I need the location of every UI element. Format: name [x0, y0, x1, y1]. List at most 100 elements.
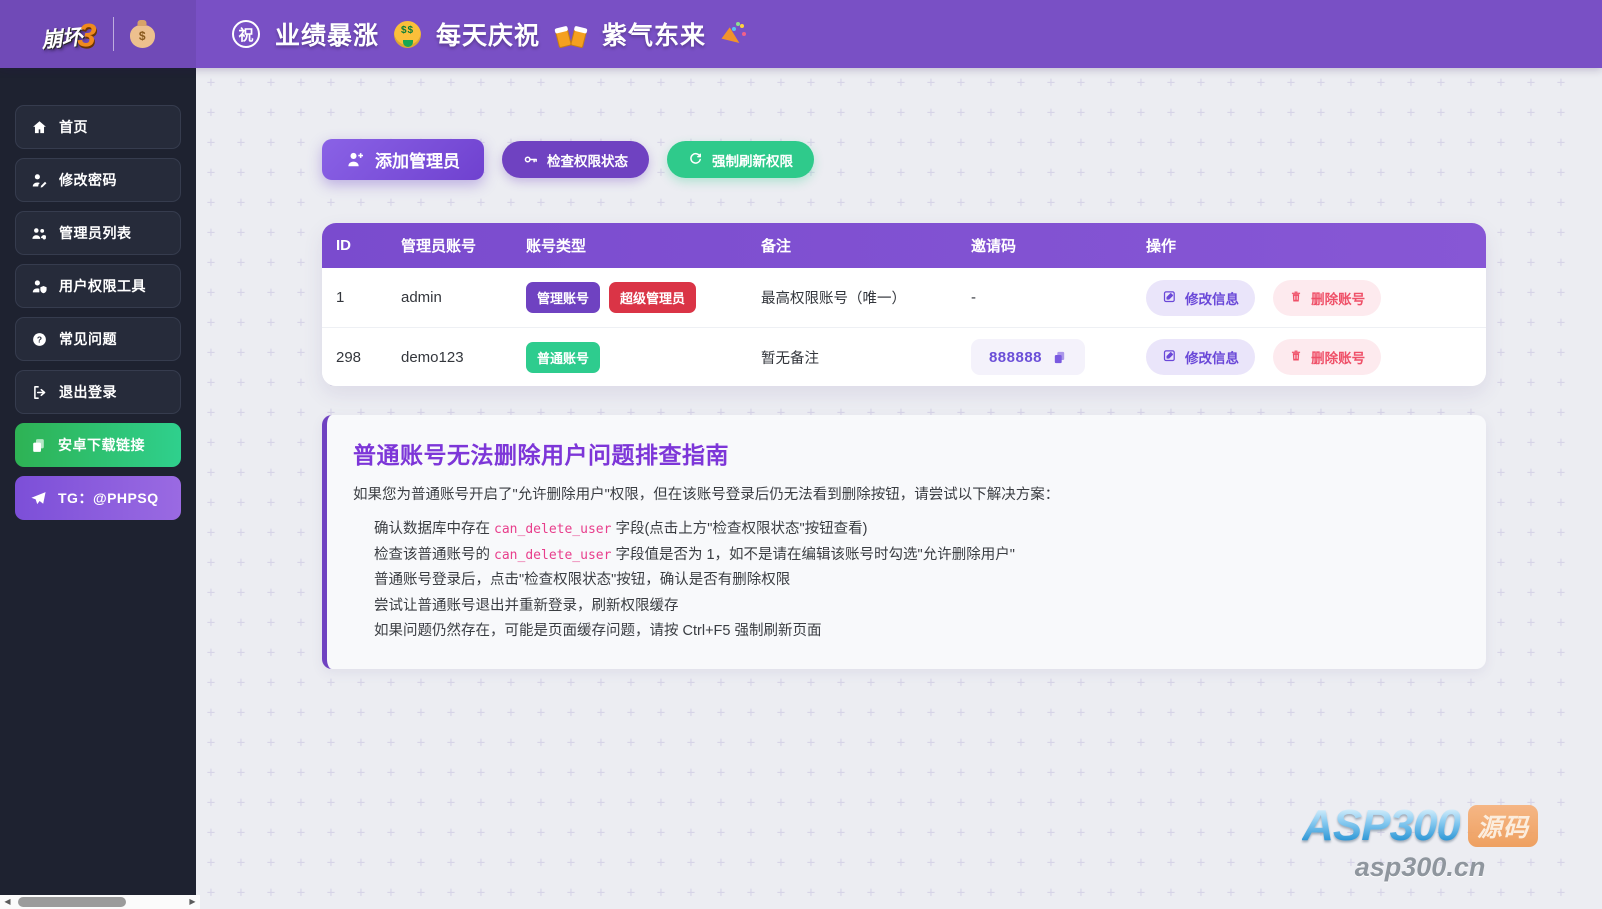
- edit-icon: [1162, 289, 1177, 307]
- refresh-icon: [688, 152, 703, 167]
- step-text: 普通账号登录后，点击"检查权限状态"按钮，确认是否有删除权限: [374, 572, 791, 588]
- add-admin-label: 添加管理员: [375, 152, 460, 171]
- sidebar-item-logout[interactable]: 退出登录: [15, 370, 181, 414]
- sidebar-item-android-download[interactable]: 安卓下载链接: [15, 423, 181, 467]
- col-header-account: 管理员账号: [401, 238, 477, 255]
- sidebar-item-telegram[interactable]: TG：@PHPSQ: [15, 476, 181, 520]
- step-text: 检查该普通账号的: [374, 546, 495, 563]
- cell-id: 1: [336, 289, 345, 306]
- sidebar-item-label: 管理员列表: [59, 225, 132, 241]
- cell-operations: 修改信息 删除账号: [1146, 279, 1486, 316]
- sidebar: 首页 修改密码 管理员列表 用户权限工具 ? 常见问题 退出登录 安卓下载链接 …: [0, 68, 196, 895]
- table-header-row: ID 管理员账号 账号类型 备注 邀请码 操作: [322, 223, 1486, 268]
- party-popper-emoji: [721, 21, 749, 49]
- edit-info-label: 修改信息: [1185, 351, 1239, 366]
- sidebar-item-user-permission-tool[interactable]: 用户权限工具: [15, 264, 181, 308]
- asp300-watermark: ASP300 源码 asp300.cn: [1302, 801, 1538, 883]
- admin-list-icon: [31, 225, 48, 242]
- svg-text:?: ?: [37, 334, 42, 344]
- sidebar-item-label: 安卓下载链接: [58, 437, 145, 453]
- sidebar-item-faq[interactable]: ? 常见问题: [15, 317, 181, 361]
- cell-operations: 修改信息 删除账号: [1146, 339, 1486, 375]
- cell-remark: 暂无备注: [761, 350, 819, 367]
- guide-step: 普通账号登录后，点击"检查权限状态"按钮，确认是否有删除权限: [374, 568, 1460, 594]
- cell-account-type: 管理账号 超级管理员: [526, 282, 761, 313]
- beers-emoji: [555, 21, 587, 48]
- step-text: 尝试让普通账号退出并重新登录，刷新权限缓存: [374, 597, 679, 614]
- table-row: 1 admin 管理账号 超级管理员 最高权限账号（唯一） - 修改信息 删除账号: [322, 268, 1486, 327]
- guide-step: 如果问题仍然存在，可能是页面缓存问题，请按 Ctrl+F5 强制刷新页面: [374, 619, 1460, 645]
- delete-account-button[interactable]: 删除账号: [1273, 279, 1382, 316]
- watermark-domain: asp300.cn: [1354, 852, 1486, 882]
- trash-icon: [1289, 348, 1303, 366]
- sidebar-item-change-password[interactable]: 修改密码: [15, 158, 181, 202]
- guide-step: 尝试让普通账号退出并重新登录，刷新权限缓存: [374, 594, 1460, 620]
- guide-step: 检查该普通账号的 can_delete_user 字段值是否为 1，如不是请在编…: [374, 543, 1460, 569]
- beer-mug-right: [570, 28, 587, 48]
- table-row: 298 demo123 普通账号 暂无备注 888888 修改信息 删除账号: [322, 327, 1486, 386]
- cell-id: 298: [336, 348, 362, 366]
- money-face-eyes: $$: [400, 24, 415, 36]
- banner-text-3: 紫气东来: [602, 22, 707, 50]
- popper-confetti: [740, 23, 745, 28]
- edit-info-button[interactable]: 修改信息: [1146, 279, 1255, 316]
- sidebar-item-label: 常见问题: [59, 331, 117, 347]
- edit-info-button[interactable]: 修改信息: [1146, 339, 1255, 375]
- check-permission-button[interactable]: 检查权限状态: [502, 141, 649, 178]
- logout-icon: [31, 384, 48, 401]
- page-content: 添加管理员 检查权限状态 强制刷新权限 ID 管理员账号 账号类型 备注 邀请码…: [196, 68, 1486, 669]
- force-refresh-label: 强制刷新权限: [712, 153, 793, 169]
- step-text: 确认数据库中存在: [374, 521, 495, 537]
- step-text: 字段(点击上方"检查权限状态"按钮查看): [611, 521, 868, 537]
- popper-cone: [721, 26, 744, 49]
- app-logo[interactable]: 崩坏3: [40, 13, 98, 56]
- sidebar-item-label: 用户权限工具: [59, 278, 146, 294]
- sidebar-item-label: TG：@PHPSQ: [58, 490, 159, 506]
- col-header-invite: 邀请码: [971, 238, 1017, 255]
- troubleshooting-panel: 普通账号无法删除用户问题排查指南 如果您为普通账号开启了"允许删除用户"权限，但…: [322, 415, 1486, 669]
- sidebar-item-label: 修改密码: [59, 172, 117, 188]
- user-plus-icon: [346, 150, 365, 169]
- sidebar-item-home[interactable]: 首页: [15, 105, 181, 149]
- money-bag-icon: $: [129, 24, 155, 48]
- scroll-left-arrow[interactable]: ◀: [0, 895, 15, 909]
- cell-account: demo123: [401, 348, 464, 366]
- watermark-badge: 源码: [1467, 805, 1538, 847]
- step-text: 如果问题仍然存在，可能是页面缓存问题，请按 Ctrl+F5 强制刷新页面: [374, 623, 822, 639]
- money-face-emoji: $$: [394, 20, 422, 48]
- force-refresh-button[interactable]: 强制刷新权限: [667, 141, 814, 178]
- guide-intro: 如果您为普通账号开启了"允许删除用户"权限，但在该账号登录后仍无法看到删除按钮，…: [353, 487, 1060, 503]
- invite-code-box[interactable]: 888888: [971, 339, 1085, 375]
- cell-remark: 最高权限账号（唯一）: [761, 291, 906, 307]
- col-header-id: ID: [336, 237, 351, 254]
- delete-account-label: 删除账号: [1311, 351, 1366, 366]
- col-header-type: 账号类型: [526, 238, 587, 255]
- sidebar-item-admin-list[interactable]: 管理员列表: [15, 211, 181, 255]
- add-admin-button[interactable]: 添加管理员: [322, 139, 484, 180]
- step-code: can_delete_user: [494, 522, 612, 537]
- guide-step: 确认数据库中存在 can_delete_user 字段(点击上方"检查权限状态"…: [374, 517, 1460, 543]
- edit-icon: [1162, 348, 1177, 366]
- key-icon: [523, 152, 538, 167]
- copy-icon[interactable]: [1052, 350, 1067, 365]
- badge-admin-account: 管理账号: [526, 282, 601, 313]
- cell-invite-code: 888888: [971, 339, 1146, 375]
- cell-invite-code: -: [971, 289, 976, 306]
- delete-account-button[interactable]: 删除账号: [1273, 339, 1382, 375]
- watermark-brand: ASP300: [1302, 801, 1461, 850]
- banner-text-2: 每天庆祝: [436, 22, 541, 50]
- edit-info-label: 修改信息: [1185, 291, 1239, 307]
- trash-icon: [1289, 289, 1303, 307]
- celebration-banner: 祝 业绩暴涨 $$ 每天庆祝 紫气东来: [196, 0, 749, 68]
- delete-account-label: 删除账号: [1311, 291, 1366, 307]
- horizontal-scrollbar[interactable]: ◀ ▶: [0, 895, 200, 909]
- check-permission-label: 检查权限状态: [547, 153, 628, 169]
- badge-normal-account: 普通账号: [526, 341, 601, 373]
- scroll-right-arrow[interactable]: ▶: [185, 895, 200, 909]
- divider: [112, 17, 114, 51]
- toolbar: 添加管理员 检查权限状态 强制刷新权限: [322, 139, 1486, 180]
- invite-code-value: 888888: [988, 348, 1043, 366]
- scrollbar-thumb[interactable]: [18, 897, 126, 907]
- user-shield-icon: [31, 278, 48, 295]
- cell-account-type: 普通账号: [526, 341, 761, 373]
